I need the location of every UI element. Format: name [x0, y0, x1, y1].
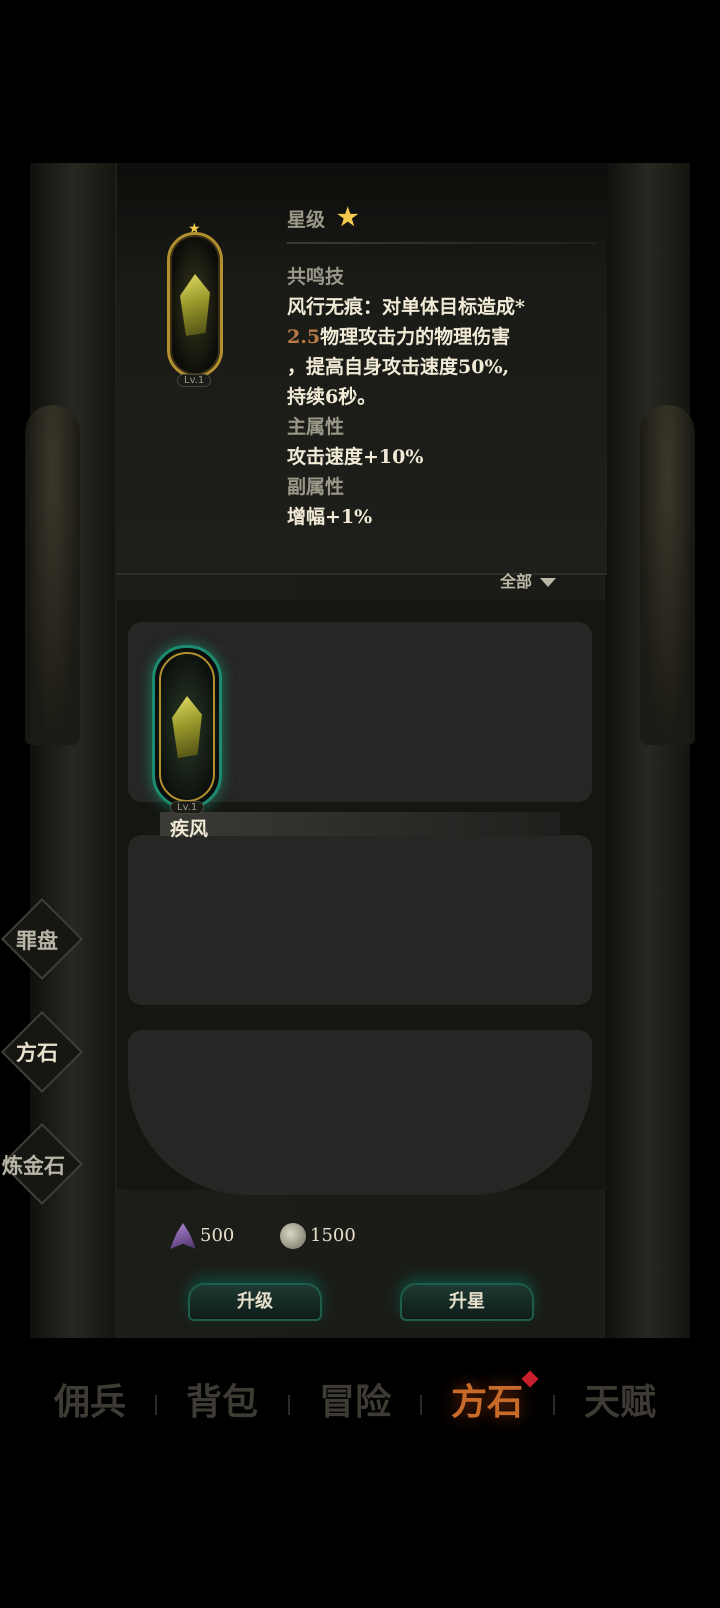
tab-separator [420, 1395, 422, 1415]
card-level: Lv.1 [170, 801, 205, 814]
filter-label: 全部 [500, 572, 533, 591]
stone-card-jifeng[interactable] [152, 645, 222, 809]
crystal-shard-icon [170, 1223, 196, 1249]
side-tab-fangshi[interactable]: 方石 [16, 1037, 58, 1067]
skill-multiplier: 2.5 [287, 326, 321, 348]
card-name-band [160, 812, 560, 836]
tab-fangshi[interactable]: 方石 [437, 1373, 537, 1425]
crystal-amount: 500 [200, 1225, 235, 1246]
tab-separator [553, 1395, 555, 1415]
sub-attr-value: 增幅+1% [287, 506, 373, 528]
selected-stone-slot [167, 232, 223, 378]
star-rank-icon: ★ [337, 202, 359, 231]
main-attr-value: 攻击速度+10% [287, 446, 424, 468]
resource-coin: 1500 [280, 1223, 356, 1249]
coin-amount: 1500 [310, 1225, 356, 1246]
selected-stone-level: Lv.1 [177, 374, 212, 387]
tab-talent[interactable]: 天赋 [570, 1373, 670, 1425]
skill-line-1: 风行无痕：对单体目标造成* [287, 296, 525, 318]
chevron-down-icon [540, 578, 557, 587]
main-attr-heading: 主属性 [287, 416, 345, 438]
right-pillar [605, 163, 690, 1338]
tab-separator [155, 1395, 157, 1415]
skill-line-3: ，提高自身攻击速度50%, [287, 356, 510, 378]
star-rank-label: 星级 [287, 209, 326, 231]
tab-separator [288, 1395, 290, 1415]
tab-mercenary[interactable]: 佣兵 [40, 1373, 140, 1425]
list-row [128, 835, 592, 1005]
tab-adventure[interactable]: 冒险 [305, 1373, 405, 1425]
coin-icon [280, 1223, 306, 1249]
skill-line-2-rest: 物理攻击力的物理伤害 [320, 326, 511, 348]
resonance-heading: 共鸣技 [287, 266, 345, 288]
skill-line-2: 2.5物理攻击力的物理伤害 [287, 322, 510, 349]
list-row [128, 1030, 592, 1195]
green-stone-icon [180, 274, 210, 336]
left-gargoyle-statue [25, 405, 80, 745]
resource-crystal: 500 [170, 1223, 234, 1249]
side-tab-lianjinshi[interactable]: 炼金石 [2, 1150, 65, 1180]
sub-attr-heading: 副属性 [287, 476, 345, 498]
side-tab-zuipan[interactable]: 罪盘 [16, 925, 58, 955]
tab-backpack[interactable]: 背包 [172, 1373, 272, 1425]
card-name: 疾风 [170, 818, 209, 840]
upgrade-button[interactable]: 升级 [188, 1283, 322, 1321]
filter-dropdown[interactable]: 全部 [500, 568, 557, 592]
divider [287, 242, 597, 244]
star-up-button[interactable]: 升星 [400, 1283, 534, 1321]
right-gargoyle-statue [640, 405, 695, 745]
skill-line-4: 持续6秒。 [287, 386, 377, 408]
